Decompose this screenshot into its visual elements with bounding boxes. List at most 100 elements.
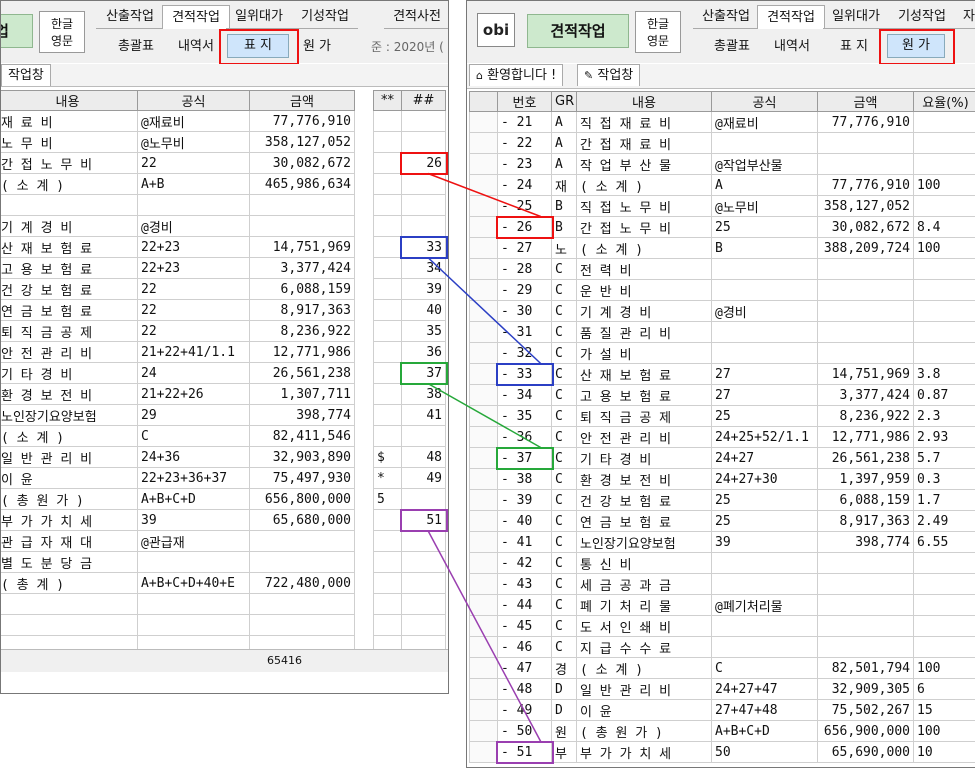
cell-content[interactable]: 재 료 비 bbox=[0, 111, 138, 132]
cell-group[interactable]: C bbox=[552, 532, 577, 553]
cell-amount[interactable]: 656,900,000 bbox=[818, 721, 914, 742]
cell-group[interactable]: C bbox=[552, 511, 577, 532]
table-row[interactable]: ( 소 계 )A+B465,986,634 bbox=[0, 174, 355, 195]
cell-select[interactable] bbox=[470, 427, 498, 448]
cell-content[interactable]: 퇴 직 금 공 제 bbox=[0, 321, 138, 342]
cell-select[interactable] bbox=[470, 553, 498, 574]
cell-flag[interactable] bbox=[374, 132, 402, 153]
cell-number[interactable]: - 23 bbox=[498, 154, 552, 175]
table-row[interactable]: - 24재( 소 계 )A77,776,910100 bbox=[470, 175, 975, 196]
cell-formula[interactable] bbox=[712, 259, 818, 280]
cell-code[interactable] bbox=[402, 552, 446, 573]
cell-content[interactable]: 일 반 관 리 비 bbox=[577, 679, 712, 700]
cell-formula[interactable]: 39 bbox=[138, 510, 250, 531]
lang-toggle-button[interactable]: 한글 영문 bbox=[39, 11, 85, 53]
table-row[interactable]: 5 bbox=[374, 489, 446, 510]
cell-rate[interactable]: 6 bbox=[914, 679, 975, 700]
table-row[interactable]: 기 계 경 비@경비 bbox=[0, 216, 355, 237]
cell-flag[interactable]: 5 bbox=[374, 489, 402, 510]
cell-amount[interactable] bbox=[250, 552, 355, 573]
cell-formula[interactable]: 50 bbox=[712, 742, 818, 763]
cell-flag[interactable] bbox=[374, 573, 402, 594]
cell-amount[interactable]: 3,377,424 bbox=[818, 385, 914, 406]
cell-amount[interactable] bbox=[818, 637, 914, 658]
col-header-formula[interactable]: 공식 bbox=[712, 92, 818, 112]
cell-flag[interactable] bbox=[374, 426, 402, 447]
table-row[interactable]: - 39C건 강 보 험 료256,088,1591.7 bbox=[470, 490, 975, 511]
table-row[interactable]: - 45C도 서 인 쇄 비 bbox=[470, 616, 975, 637]
cell-code[interactable]: 41 bbox=[402, 405, 446, 426]
cell-amount[interactable]: 77,776,910 bbox=[818, 112, 914, 133]
cell-formula[interactable]: A bbox=[712, 175, 818, 196]
cell-code[interactable] bbox=[402, 195, 446, 216]
cell-amount[interactable]: 398,774 bbox=[818, 532, 914, 553]
cell-amount[interactable]: 32,909,305 bbox=[818, 679, 914, 700]
cell-amount[interactable]: 722,480,000 bbox=[250, 573, 355, 594]
table-row[interactable]: - 31C품 질 관 리 비 bbox=[470, 322, 975, 343]
cell-rate[interactable] bbox=[914, 595, 975, 616]
cell-content[interactable]: 노 무 비 bbox=[0, 132, 138, 153]
cell-rate[interactable]: 100 bbox=[914, 658, 975, 679]
cell-formula[interactable]: A+B+C+D bbox=[138, 489, 250, 510]
cell-number[interactable]: - 30 bbox=[498, 301, 552, 322]
tab-ilwidaega[interactable]: 일위대가 bbox=[823, 5, 889, 29]
cell-formula[interactable]: 29 bbox=[138, 405, 250, 426]
cell-formula[interactable]: A+B bbox=[138, 174, 250, 195]
tab-giseong[interactable]: 기성작업 bbox=[292, 5, 358, 29]
cell-select[interactable] bbox=[470, 679, 498, 700]
sub-tab-detail[interactable]: 내역서 bbox=[767, 35, 817, 59]
cell-content[interactable]: 산 재 보 험 료 bbox=[577, 364, 712, 385]
cell-group[interactable]: C bbox=[552, 301, 577, 322]
table-row[interactable]: 간 접 노 무 비2230,082,672 bbox=[0, 153, 355, 174]
cell-select[interactable] bbox=[470, 532, 498, 553]
cell-code[interactable]: 49 bbox=[402, 468, 446, 489]
cell-formula[interactable]: 25 bbox=[712, 490, 818, 511]
cell-select[interactable] bbox=[470, 154, 498, 175]
cell-number[interactable]: - 45 bbox=[498, 616, 552, 637]
cell-formula[interactable] bbox=[712, 553, 818, 574]
table-row[interactable]: 41 bbox=[374, 405, 446, 426]
cell-code[interactable]: 48 bbox=[402, 447, 446, 468]
cell-content[interactable]: 이 윤 bbox=[0, 468, 138, 489]
col-header-content[interactable]: 내용 bbox=[0, 91, 138, 111]
table-row[interactable]: 39 bbox=[374, 279, 446, 300]
table-row[interactable]: - 32C가 설 비 bbox=[470, 343, 975, 364]
cell-content[interactable]: 기 타 경 비 bbox=[577, 448, 712, 469]
cell-rate[interactable]: 10 bbox=[914, 742, 975, 763]
table-row[interactable]: *49 bbox=[374, 468, 446, 489]
cell-select[interactable] bbox=[470, 322, 498, 343]
cell-flag[interactable] bbox=[374, 174, 402, 195]
table-row[interactable]: - 46C지 급 수 수 료 bbox=[470, 637, 975, 658]
cell-code[interactable] bbox=[402, 216, 446, 237]
cell-amount[interactable]: 358,127,052 bbox=[818, 196, 914, 217]
cell-rate[interactable]: 3.8 bbox=[914, 364, 975, 385]
table-row[interactable]: 부 가 가 치 세3965,680,000 bbox=[0, 510, 355, 531]
cell-number[interactable]: - 49 bbox=[498, 700, 552, 721]
cell-rate[interactable]: 100 bbox=[914, 238, 975, 259]
cell-flag[interactable]: $ bbox=[374, 447, 402, 468]
cell-content[interactable]: 세 금 공 과 금 bbox=[577, 574, 712, 595]
cell-formula[interactable]: @노무비 bbox=[138, 132, 250, 153]
cell-amount[interactable]: 77,776,910 bbox=[250, 111, 355, 132]
cell-rate[interactable]: 6.55 bbox=[914, 532, 975, 553]
table-row[interactable]: - 22A간 접 재 료 비 bbox=[470, 133, 975, 154]
cell-amount[interactable]: 26,561,238 bbox=[250, 363, 355, 384]
table-row[interactable]: - 28C전 력 비 bbox=[470, 259, 975, 280]
cell-content[interactable] bbox=[0, 615, 138, 636]
cell-rate[interactable] bbox=[914, 280, 975, 301]
cell-flag[interactable] bbox=[374, 300, 402, 321]
table-row[interactable]: 안 전 관 리 비21+22+41/1.112,771,986 bbox=[0, 342, 355, 363]
table-row[interactable]: 건 강 보 험 료226,088,159 bbox=[0, 279, 355, 300]
table-row[interactable]: 노 무 비@노무비358,127,052 bbox=[0, 132, 355, 153]
cell-flag[interactable] bbox=[374, 216, 402, 237]
cell-formula[interactable]: 25 bbox=[712, 406, 818, 427]
cell-group[interactable]: A bbox=[552, 112, 577, 133]
cell-rate[interactable] bbox=[914, 322, 975, 343]
cell-flag[interactable] bbox=[374, 363, 402, 384]
cell-content[interactable]: ( 소 계 ) bbox=[0, 174, 138, 195]
cell-content[interactable]: 간 접 노 무 비 bbox=[0, 153, 138, 174]
cell-rate[interactable] bbox=[914, 343, 975, 364]
cell-formula[interactable]: 22 bbox=[138, 300, 250, 321]
cell-content[interactable]: 폐 기 처 리 물 bbox=[577, 595, 712, 616]
cell-formula[interactable]: 24+27+47 bbox=[712, 679, 818, 700]
